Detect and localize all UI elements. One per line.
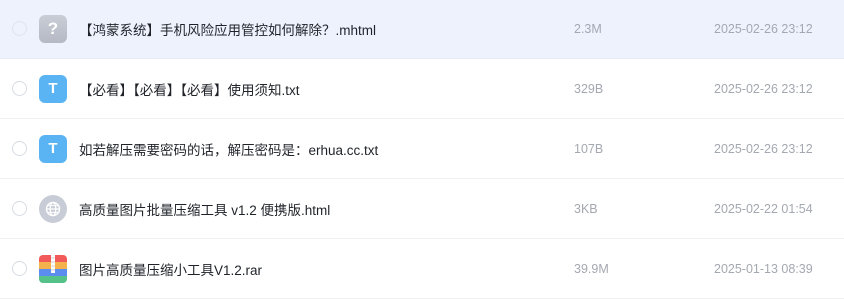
file-list: ? 【鸿蒙系统】手机风险应用管控如何解除？.mhtml 2.3M 2025-02… bbox=[0, 0, 844, 299]
text-file-icon: T bbox=[39, 134, 67, 163]
file-row[interactable]: T 【必看】【必看】【必看】使用须知.txt 329B 2025-02-26 2… bbox=[0, 59, 844, 119]
file-date: 2025-02-26 23:12 bbox=[714, 141, 813, 156]
select-checkbox[interactable] bbox=[12, 200, 27, 216]
file-name[interactable]: 【必看】【必看】【必看】使用须知.txt bbox=[79, 79, 300, 99]
html-file-icon bbox=[39, 194, 67, 223]
zipper-icon bbox=[51, 254, 55, 273]
file-name[interactable]: 图片高质量压缩小工具V1.2.rar bbox=[79, 259, 262, 279]
file-size: 39.9M bbox=[574, 261, 609, 276]
file-name[interactable]: 如若解压需要密码的话，解压密码是：erhua.cc.txt bbox=[79, 139, 378, 159]
rar-band bbox=[39, 275, 67, 283]
select-checkbox[interactable] bbox=[12, 80, 27, 96]
file-row[interactable]: 图片高质量压缩小工具V1.2.rar 39.9M 2025-01-13 08:3… bbox=[0, 239, 844, 299]
rar-archive-icon bbox=[39, 254, 67, 283]
file-date: 2025-02-22 01:54 bbox=[714, 201, 813, 216]
file-row[interactable]: T 如若解压需要密码的话，解压密码是：erhua.cc.txt 107B 202… bbox=[0, 119, 844, 179]
file-date: 2025-02-26 23:12 bbox=[714, 81, 813, 96]
globe-icon bbox=[45, 201, 61, 216]
select-checkbox[interactable] bbox=[12, 140, 27, 156]
file-date: 2025-02-26 23:12 bbox=[714, 22, 813, 36]
select-checkbox[interactable] bbox=[12, 260, 27, 276]
file-date: 2025-01-13 08:39 bbox=[714, 261, 813, 276]
file-size: 107B bbox=[574, 141, 604, 156]
file-name[interactable]: 【鸿蒙系统】手机风险应用管控如何解除？.mhtml bbox=[79, 19, 376, 39]
file-name[interactable]: 高质量图片批量压缩工具 v1.2 便携版.html bbox=[79, 199, 330, 219]
select-checkbox[interactable] bbox=[12, 21, 27, 36]
file-size: 329B bbox=[574, 81, 604, 96]
file-row[interactable]: ? 【鸿蒙系统】手机风险应用管控如何解除？.mhtml 2.3M 2025-02… bbox=[0, 0, 844, 59]
text-file-icon: T bbox=[39, 74, 67, 103]
file-row[interactable]: 高质量图片批量压缩工具 v1.2 便携版.html 3KB 2025-02-22… bbox=[0, 179, 844, 239]
file-size: 2.3M bbox=[574, 22, 602, 36]
file-size: 3KB bbox=[574, 201, 598, 216]
unknown-file-icon: ? bbox=[39, 15, 67, 43]
